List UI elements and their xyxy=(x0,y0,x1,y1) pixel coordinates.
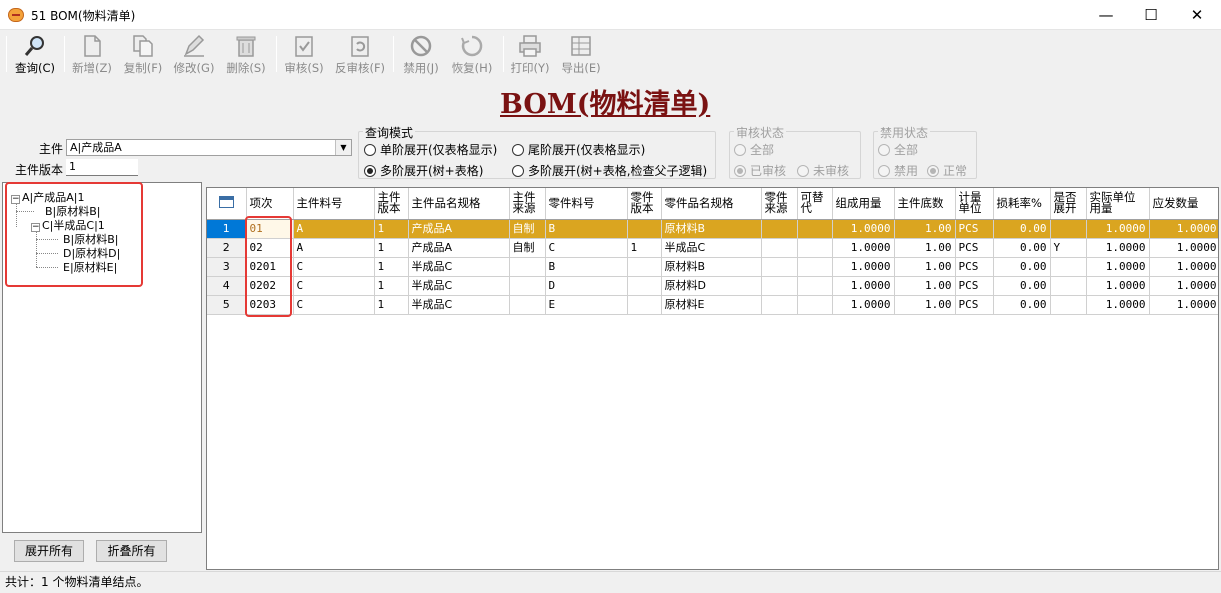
maximize-button[interactable]: ☐ xyxy=(1128,0,1174,30)
audit-audited-radio[interactable]: 已审核 xyxy=(734,162,786,179)
edit-button[interactable]: 修改(G) xyxy=(168,32,220,76)
header-qty[interactable]: 组成用量 xyxy=(832,188,894,219)
printer-icon xyxy=(518,34,542,58)
parent-select[interactable]: A|产成品A ▼ xyxy=(66,139,352,156)
version-input[interactable]: 1 xyxy=(66,159,138,176)
radio-icon xyxy=(734,144,746,156)
query-button[interactable]: 查询(C) xyxy=(9,32,61,76)
header-req[interactable]: 应发数量 xyxy=(1149,188,1219,219)
grid-header: 项次 主件料号 主件版本 主件品名规格 主件来源 零件料号 零件版本 零件品名规… xyxy=(207,188,1219,219)
radio-icon xyxy=(878,144,890,156)
delete-button[interactable]: 删除(S) xyxy=(220,32,272,76)
header-expand[interactable]: 是否展开 xyxy=(1050,188,1086,219)
audit-button[interactable]: 审核(S) xyxy=(278,32,330,76)
header-parent-src[interactable]: 主件来源 xyxy=(509,188,545,219)
status-bar: 共计：1 个物料清单结点。 xyxy=(0,571,1221,593)
window-title: 51 BOM(物料清单) xyxy=(31,7,135,24)
radio-icon xyxy=(878,165,890,177)
grid-settings-icon[interactable] xyxy=(219,196,234,208)
magnifier-icon xyxy=(23,34,47,58)
grid-corner[interactable] xyxy=(207,188,246,219)
mode-multi-tree-radio[interactable]: 多阶展开(树+表格) xyxy=(364,162,483,179)
toolbar-separator xyxy=(64,36,65,72)
table-row[interactable]: 2 02 A 1 产成品A 自制 C 1 半成品C 1.0000 1.00 PC… xyxy=(207,238,1219,257)
recycle-icon xyxy=(460,34,484,58)
header-child-name[interactable]: 零件品名规格 xyxy=(661,188,761,219)
pen-edit-icon xyxy=(182,34,206,58)
version-label: 主件版本 xyxy=(15,161,63,178)
toolbar: 查询(C) 新增(Z) 复制(F) 修改(G) 删除(S) xyxy=(0,30,1221,78)
table-row[interactable]: 4 0202 C 1 半成品C D 原材料D 1.0000 1.00 PCS 0… xyxy=(207,276,1219,295)
mode-multi-check-radio[interactable]: 多阶展开(树+表格,检查父子逻辑) xyxy=(512,162,707,179)
header-parent-code[interactable]: 主件料号 xyxy=(293,188,374,219)
undo-approve-icon xyxy=(348,34,372,58)
collapse-all-button[interactable]: 折叠所有 xyxy=(96,540,167,562)
highlight-annotation xyxy=(245,216,292,317)
export-sheet-icon xyxy=(569,34,593,58)
audit-status-group: 审核状态 全部 已审核 未审核 xyxy=(729,131,861,179)
header-child-ver[interactable]: 零件版本 xyxy=(627,188,661,219)
title-bar: 51 BOM(物料清单) — ☐ ✕ xyxy=(0,0,1221,30)
status-all-radio[interactable]: 全部 xyxy=(878,141,918,158)
highlight-annotation xyxy=(5,182,143,287)
restore-button[interactable]: 恢复(H) xyxy=(446,32,498,76)
parent-label: 主件 xyxy=(39,140,63,157)
page-title: BOM(物料清单) xyxy=(500,82,720,121)
bom-grid[interactable]: 项次 主件料号 主件版本 主件品名规格 主件来源 零件料号 零件版本 零件品名规… xyxy=(206,187,1219,570)
header-child-code[interactable]: 零件料号 xyxy=(545,188,627,219)
header-parent-ver[interactable]: 主件版本 xyxy=(374,188,408,219)
chevron-down-icon[interactable]: ▼ xyxy=(335,140,351,155)
status-disabled-radio[interactable]: 禁用 xyxy=(878,162,918,179)
toolbar-separator xyxy=(276,36,277,72)
radio-icon xyxy=(512,144,524,156)
trash-icon xyxy=(234,34,258,58)
print-button[interactable]: 打印(Y) xyxy=(504,32,556,76)
disable-button[interactable]: 禁用(J) xyxy=(395,32,447,76)
table-row[interactable]: 1 01 A 1 产成品A 自制 B 原材料B 1.0000 1.00 PCS … xyxy=(207,219,1219,238)
expand-all-button[interactable]: 展开所有 xyxy=(14,540,84,562)
close-button[interactable]: ✕ xyxy=(1174,0,1220,30)
radio-selected-icon xyxy=(734,165,746,177)
mode-single-radio[interactable]: 单阶展开(仅表格显示) xyxy=(364,141,497,158)
toolbar-separator xyxy=(6,36,7,72)
radio-icon xyxy=(797,165,809,177)
audit-all-radio[interactable]: 全部 xyxy=(734,141,774,158)
new-document-icon xyxy=(80,34,104,58)
ban-icon xyxy=(409,34,433,58)
audit-unaudited-radio[interactable]: 未审核 xyxy=(797,162,849,179)
table-row[interactable]: 3 0201 C 1 半成品C B 原材料B 1.0000 1.00 PCS 0… xyxy=(207,257,1219,276)
header-subst[interactable]: 可替代 xyxy=(797,188,832,219)
mode-tail-radio[interactable]: 尾阶展开(仅表格显示) xyxy=(512,141,645,158)
minimize-button[interactable]: — xyxy=(1083,0,1129,30)
radio-selected-icon xyxy=(364,165,376,177)
header-loss[interactable]: 损耗率% xyxy=(993,188,1050,219)
query-mode-group: 查询模式 单阶展开(仅表格显示) 尾阶展开(仅表格显示) 多阶展开(树+表格) … xyxy=(358,131,716,179)
app-logo-icon xyxy=(8,8,24,22)
export-button[interactable]: 导出(E) xyxy=(555,32,607,76)
header-item[interactable]: 项次 xyxy=(246,188,293,219)
toolbar-separator xyxy=(393,36,394,72)
radio-selected-icon xyxy=(927,165,939,177)
copy-icon xyxy=(131,34,155,58)
radio-icon xyxy=(512,165,524,177)
unaudit-button[interactable]: 反审核(F) xyxy=(334,32,386,76)
header-actual[interactable]: 实际单位用量 xyxy=(1086,188,1149,219)
disable-status-group: 禁用状态 全部 禁用 正常 xyxy=(873,131,977,179)
header-parent-name[interactable]: 主件品名规格 xyxy=(408,188,509,219)
header-base[interactable]: 主件底数 xyxy=(894,188,955,219)
approve-check-icon xyxy=(292,34,316,58)
header-child-src[interactable]: 零件来源 xyxy=(761,188,797,219)
header-unit[interactable]: 计量单位 xyxy=(955,188,993,219)
copy-button[interactable]: 复制(F) xyxy=(117,32,169,76)
status-normal-radio[interactable]: 正常 xyxy=(927,162,967,179)
radio-icon xyxy=(364,144,376,156)
table-row[interactable]: 5 0203 C 1 半成品C E 原材料E 1.0000 1.00 PCS 0… xyxy=(207,295,1219,314)
add-button[interactable]: 新增(Z) xyxy=(66,32,118,76)
